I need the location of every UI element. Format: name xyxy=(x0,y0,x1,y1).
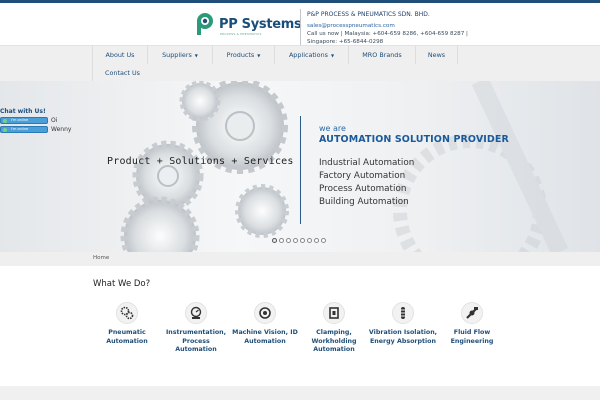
logo-subtitle: PROCESS & PNEUMATICS xyxy=(220,32,262,36)
nav-label: MRO Brands xyxy=(362,51,402,59)
logo-icon xyxy=(197,13,213,35)
nav-suppliers[interactable]: Suppliers ▼ xyxy=(147,46,212,64)
nav-label: Suppliers xyxy=(162,51,192,59)
chat-online-button[interactable]: I'm online xyxy=(0,126,48,133)
chat-agent: I'm online Oi xyxy=(0,117,80,124)
company-info: P&P PROCESS & PNEUMATICS SDN. BHD. sales… xyxy=(307,11,497,46)
nav-label: Products xyxy=(226,51,255,59)
service-instrumentation[interactable]: Instrumentation, Process Automation xyxy=(161,302,231,355)
camera-icon xyxy=(254,302,276,324)
nav-news[interactable]: News xyxy=(415,46,458,64)
hero-service-item: Building Automation xyxy=(319,197,409,207)
slider-dot[interactable] xyxy=(321,238,326,243)
logo-text: PP Systems xyxy=(219,16,302,32)
company-phone: Call us now | Malaysia: +604-659 8286, +… xyxy=(307,31,468,45)
service-machine-vision[interactable]: Machine Vision, ID Automation xyxy=(230,302,300,346)
pneumatic-icon xyxy=(116,302,138,324)
hero-slider: Product + Solutions + Services we are AU… xyxy=(0,81,600,252)
valve-icon xyxy=(461,302,483,324)
service-label: Pneumatic Automation xyxy=(106,329,148,345)
hero-service-item: Factory Automation xyxy=(319,171,406,181)
service-label: Vibration Isolation, Energy Absorption xyxy=(368,329,438,345)
slider-dot[interactable] xyxy=(300,238,305,243)
nav-label: Contact Us xyxy=(105,69,140,77)
breadcrumb: Home xyxy=(0,252,600,266)
hero-service-item: Industrial Automation xyxy=(319,158,415,168)
company-email-link[interactable]: sales@processpneumatics.com xyxy=(307,22,497,30)
chevron-down-icon: ▼ xyxy=(194,53,198,58)
service-label: Machine Vision, ID Automation xyxy=(232,329,298,345)
service-fluid-flow[interactable]: Fluid Flow Engineering xyxy=(437,302,507,346)
nav-mro-brands[interactable]: MRO Brands xyxy=(348,46,415,64)
service-vibration[interactable]: Vibration Isolation, Energy Absorption xyxy=(368,302,438,346)
site-header: PP Systems PROCESS & PNEUMATICS P&P PROC… xyxy=(0,3,600,45)
damper-icon xyxy=(392,302,414,324)
slider-dot[interactable] xyxy=(286,238,291,243)
chat-widget: Chat with Us! I'm online Oi I'm online W… xyxy=(0,108,80,133)
section-title: What We Do? xyxy=(93,279,151,289)
nav-label: Applications xyxy=(288,51,328,59)
slider-dot[interactable] xyxy=(279,238,284,243)
service-pneumatic[interactable]: Pneumatic Automation xyxy=(92,302,162,346)
main-navigation: About Us Suppliers ▼ Products ▼ Applicatio… xyxy=(0,45,600,82)
nav-label: News xyxy=(427,51,446,59)
slider-dot[interactable] xyxy=(314,238,319,243)
footer-strip xyxy=(0,386,600,400)
nav-products[interactable]: Products ▼ xyxy=(212,46,274,64)
chevron-down-icon: ▼ xyxy=(330,53,335,58)
nav-contact-us[interactable]: Contact Us xyxy=(92,64,152,82)
clamp-icon xyxy=(323,302,345,324)
chat-agent: I'm online Wenny xyxy=(0,126,80,133)
chat-title: Chat with Us! xyxy=(0,108,46,115)
service-clamping[interactable]: Clamping, Workholding Automation xyxy=(299,302,369,355)
chevron-down-icon: ▼ xyxy=(257,53,261,58)
chat-online-button[interactable]: I'm online xyxy=(0,117,48,124)
chat-agent-name: Oi xyxy=(51,117,58,124)
service-label: Instrumentation, Process Automation xyxy=(165,329,227,353)
hero-service-item: Process Automation xyxy=(319,184,407,194)
slider-pagination xyxy=(272,238,328,243)
slider-dot[interactable] xyxy=(293,238,298,243)
slider-dot[interactable] xyxy=(307,238,312,243)
nav-label: About Us xyxy=(105,51,135,59)
slider-dot[interactable] xyxy=(272,238,277,243)
header-divider xyxy=(300,9,301,45)
service-label: Clamping, Workholding Automation xyxy=(311,329,357,353)
nav-applications[interactable]: Applications ▼ xyxy=(274,46,348,64)
nav-about-us[interactable]: About Us xyxy=(92,46,147,64)
chat-agent-name: Wenny xyxy=(51,126,72,133)
hero-headline: AUTOMATION SOLUTION PROVIDER xyxy=(319,134,509,145)
company-name: P&P PROCESS & PNEUMATICS SDN. BHD. xyxy=(307,11,430,18)
hero-tagline: Product + Solutions + Services xyxy=(107,156,294,167)
breadcrumb-home-link[interactable]: Home xyxy=(93,255,109,261)
gauge-icon xyxy=(185,302,207,324)
hero-divider xyxy=(300,116,301,224)
service-label: Fluid Flow Engineering xyxy=(450,329,494,345)
hero-we-are: we are xyxy=(319,124,346,133)
